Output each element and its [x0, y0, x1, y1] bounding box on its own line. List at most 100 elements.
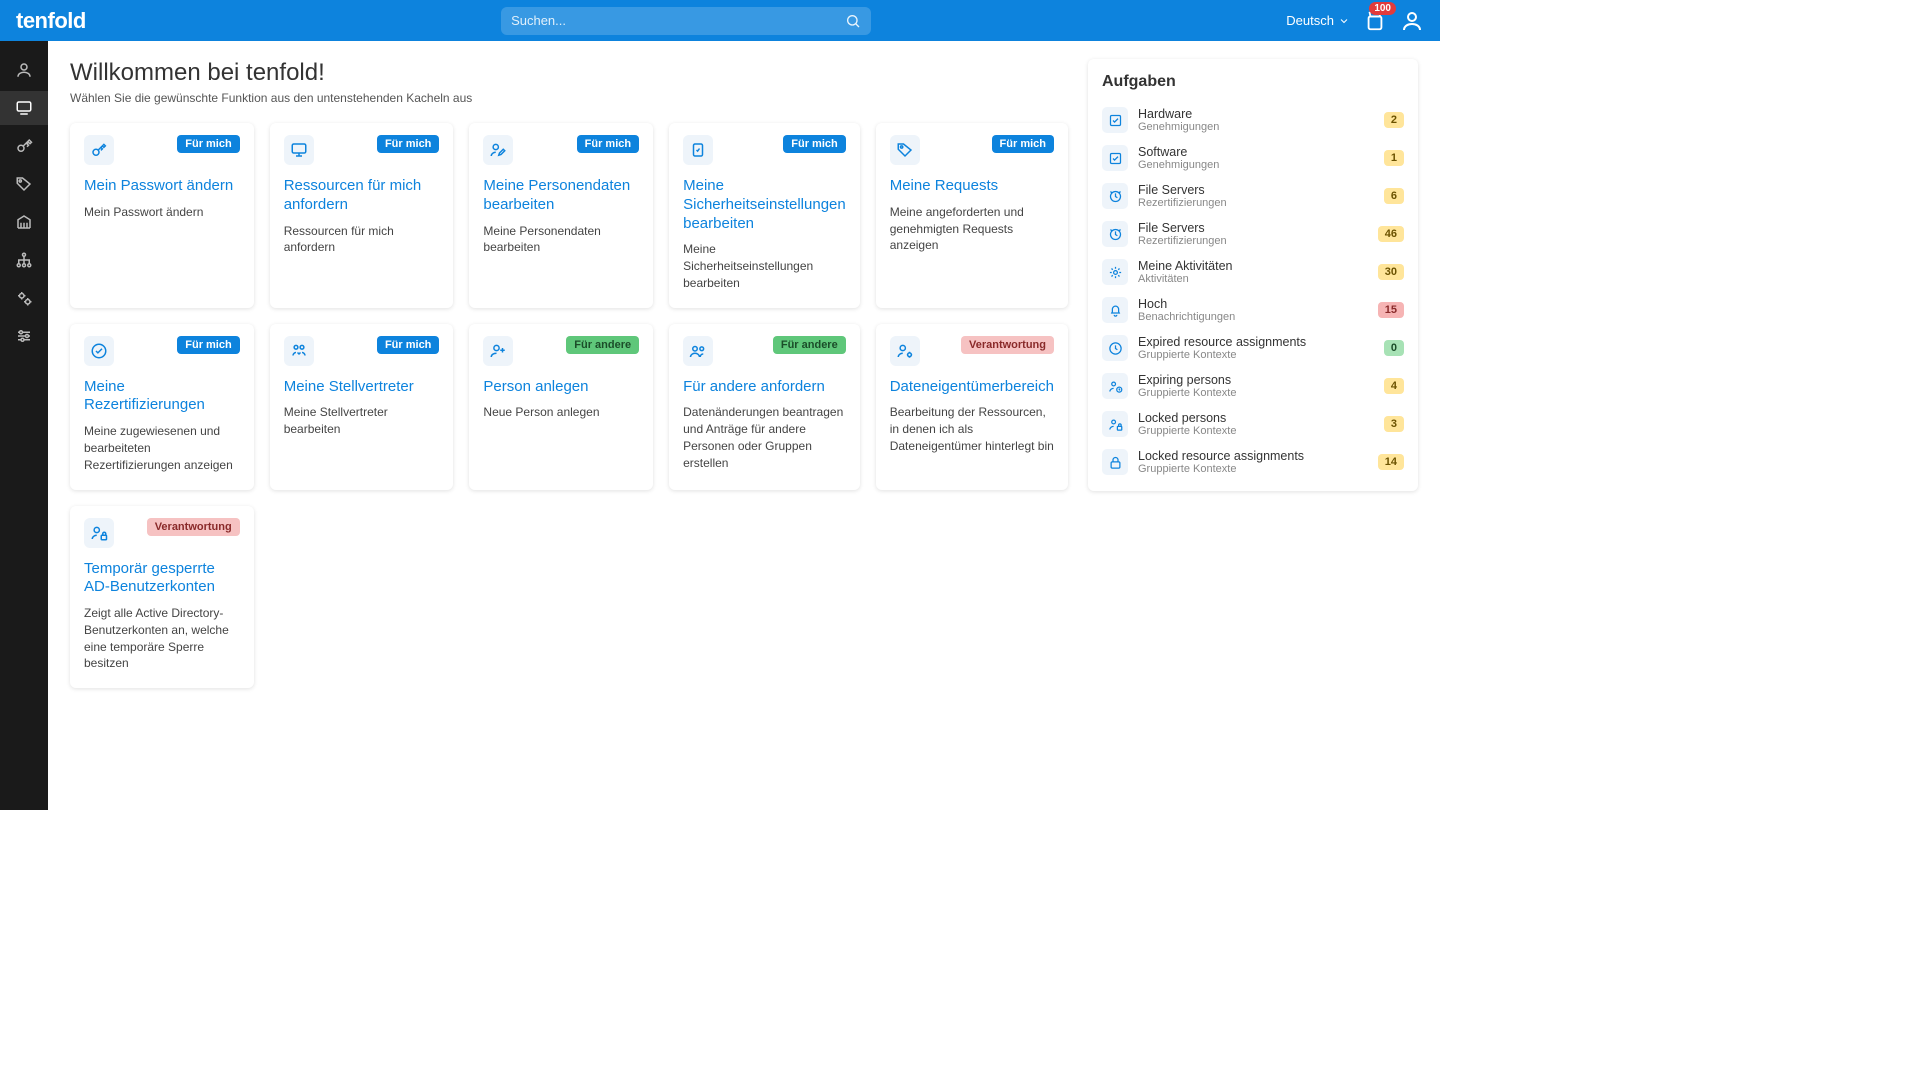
tile[interactable]: Für anderePerson anlegenNeue Person anle…	[469, 324, 653, 490]
tile-top: Für mich	[683, 135, 846, 165]
task-count: 15	[1378, 302, 1404, 318]
task-text: Meine AktivitätenAktivitäten	[1138, 259, 1368, 285]
tile[interactable]: VerantwortungDateneigentümerbereichBearb…	[876, 324, 1068, 490]
tile[interactable]: VerantwortungTemporär gesperrte AD-Benut…	[70, 506, 254, 689]
tile[interactable]: Für mich Meine Requests Meine angeforderte…	[876, 123, 1068, 308]
task-title: Expiring persons	[1138, 373, 1374, 387]
tile-title: Meine Sicherheitseinstellungen bearbeite…	[683, 177, 846, 233]
people-swap-icon	[284, 336, 314, 366]
tile-desc: Meine zugewiesenen und bearbeiteten Reze…	[84, 423, 240, 473]
tile-title: Dateneigentümerbereich	[890, 378, 1054, 397]
main: Willkommen bei tenfold! Wählen Sie die g…	[48, 41, 1440, 810]
cart-button[interactable]: 100	[1364, 10, 1386, 32]
tile-badge: Verantwortung	[961, 336, 1054, 354]
language-selector[interactable]: Deutsch	[1286, 13, 1350, 28]
task-subtitle: Gruppierte Kontexte	[1138, 425, 1374, 437]
person-clock-icon	[1102, 373, 1128, 399]
tile-badge: Für mich	[577, 135, 639, 153]
tile[interactable]: Für michRessourcen für mich anfordernRes…	[270, 123, 454, 308]
task-count: 1	[1384, 150, 1404, 166]
approve-icon	[1102, 107, 1128, 133]
sidebar-item-key[interactable]	[0, 129, 48, 163]
task-item[interactable]: Expiring personsGruppierte Kontexte4	[1102, 367, 1404, 405]
sidebar-item-dashboard[interactable]	[0, 91, 48, 125]
header-right: Deutsch 100	[1286, 9, 1424, 33]
tile[interactable]: Für andereFür andere anfordernDatenänder…	[669, 324, 860, 490]
tile[interactable]: Für michMeine StellvertreterMeine Stellv…	[270, 324, 454, 490]
tag-icon	[890, 135, 920, 165]
task-item[interactable]: File ServersRezertifizierungen6	[1102, 177, 1404, 215]
task-subtitle: Rezertifizierungen	[1138, 197, 1374, 209]
search-box[interactable]	[501, 7, 871, 35]
person-gear-icon	[890, 336, 920, 366]
sidebar-item-person[interactable]	[0, 53, 48, 87]
tile-title: Meine Personendaten bearbeiten	[483, 177, 639, 215]
tile-desc: Meine angeforderten und genehmigten Requ…	[890, 204, 1054, 254]
task-count: 2	[1384, 112, 1404, 128]
sidebar-item-org[interactable]	[0, 205, 48, 239]
tasks-title: Aufgaben	[1102, 73, 1404, 91]
tasks-card: Aufgaben HardwareGenehmigungen2SoftwareG…	[1088, 59, 1418, 491]
person-lock2-icon	[1102, 411, 1128, 437]
sidebar-item-settings[interactable]	[0, 281, 48, 315]
tiles-grid: Für michMein Passwort ändernMein Passwor…	[70, 123, 1068, 688]
task-subtitle: Genehmigungen	[1138, 121, 1374, 133]
tile-top: Für mich	[284, 135, 440, 165]
task-title: Locked persons	[1138, 411, 1374, 425]
sidebar-item-tag[interactable]	[0, 167, 48, 201]
task-title: File Servers	[1138, 183, 1374, 197]
page-title: Willkommen bei tenfold!	[70, 59, 1068, 87]
task-text: Expired resource assignmentsGruppierte K…	[1138, 335, 1374, 361]
task-item[interactable]: Locked personsGruppierte Kontexte 3	[1102, 405, 1404, 443]
tile-top: Für andere	[483, 336, 639, 366]
cart-badge: 100	[1369, 2, 1396, 15]
task-count: 46	[1378, 226, 1404, 242]
task-count: 30	[1378, 264, 1404, 280]
sidebar	[0, 41, 48, 810]
tile-title: Meine Requests	[890, 177, 1054, 196]
task-title: Software	[1138, 145, 1374, 159]
task-text: HardwareGenehmigungen	[1138, 107, 1374, 133]
task-subtitle: Aktivitäten	[1138, 273, 1368, 285]
task-subtitle: Gruppierte Kontexte	[1138, 463, 1368, 475]
task-subtitle: Gruppierte Kontexte	[1138, 349, 1374, 361]
tile-badge: Verantwortung	[147, 518, 240, 536]
tile[interactable]: Für michMeine RezertifizierungenMeine zu…	[70, 324, 254, 490]
task-count: 3	[1384, 416, 1404, 432]
task-item[interactable]: Locked resource assignmentsGruppierte Ko…	[1102, 443, 1404, 481]
tile-badge: Für mich	[783, 135, 845, 153]
task-item[interactable]: HochBenachrichtigungen15	[1102, 291, 1404, 329]
sidebar-item-sliders[interactable]	[0, 319, 48, 353]
tile-desc: Zeigt alle Active Directory-Benutzerkont…	[84, 605, 240, 672]
tile[interactable]: Für mich Meine Sicherheitseinstellungen b…	[669, 123, 860, 308]
side-panel: Aufgaben HardwareGenehmigungen2SoftwareG…	[1088, 59, 1418, 792]
search-input[interactable]	[511, 13, 861, 28]
task-text: File ServersRezertifizierungen	[1138, 221, 1368, 247]
user-menu[interactable]	[1400, 9, 1424, 33]
tile-badge: Für andere	[773, 336, 846, 354]
tile[interactable]: Für michMein Passwort ändernMein Passwor…	[70, 123, 254, 308]
key-icon	[84, 135, 114, 165]
tile[interactable]: Für michMeine Personendaten bearbeitenMe…	[469, 123, 653, 308]
person-plus-icon	[483, 336, 513, 366]
task-count: 4	[1384, 378, 1404, 394]
bell-icon	[1102, 297, 1128, 323]
tile-desc: Datenänderungen beantragen und Anträge f…	[683, 404, 846, 471]
person-edit-icon	[483, 135, 513, 165]
tile-top: Verantwortung	[84, 518, 240, 548]
task-item[interactable]: Expired resource assignmentsGruppierte K…	[1102, 329, 1404, 367]
task-title: Hardware	[1138, 107, 1374, 121]
clock-icon	[1102, 335, 1128, 361]
sidebar-item-hierarchy[interactable]	[0, 243, 48, 277]
tile-top: Verantwortung	[890, 336, 1054, 366]
tile-badge: Für mich	[377, 336, 439, 354]
task-item[interactable]: File ServersRezertifizierungen 46	[1102, 215, 1404, 253]
task-title: File Servers	[1138, 221, 1368, 235]
tile-top: Für mich	[890, 135, 1054, 165]
tile-desc: Neue Person anlegen	[483, 404, 639, 421]
recert-icon	[1102, 221, 1128, 247]
task-item[interactable]: Meine AktivitätenAktivitäten 30	[1102, 253, 1404, 291]
task-item[interactable]: SoftwareGenehmigungen1	[1102, 139, 1404, 177]
task-item[interactable]: HardwareGenehmigungen 2	[1102, 101, 1404, 139]
tile-badge: Für mich	[992, 135, 1054, 153]
